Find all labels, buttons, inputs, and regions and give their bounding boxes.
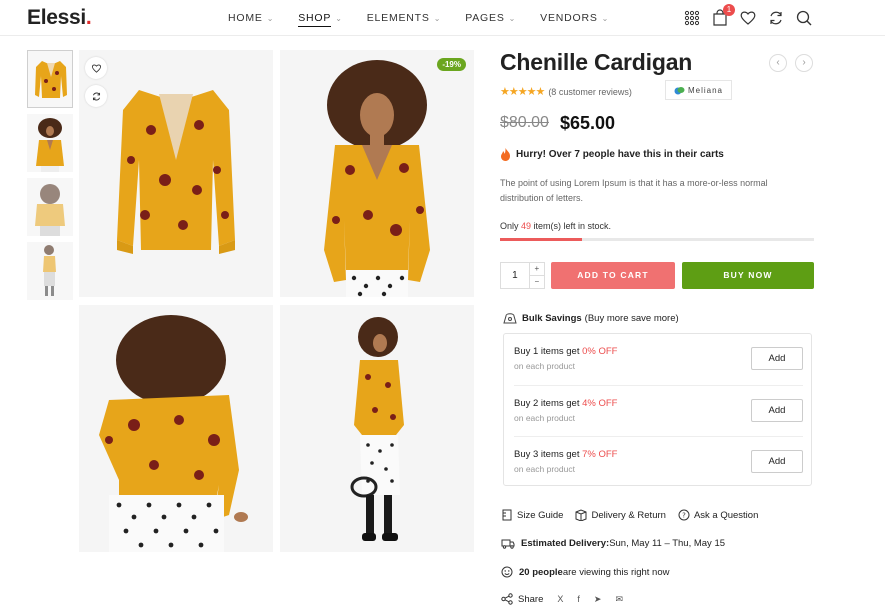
chevron-down-icon: ⌄ <box>508 14 517 23</box>
thumbnail-model-front[interactable] <box>27 114 73 172</box>
size-guide-link[interactable]: Size Guide <box>501 509 563 521</box>
bulk-add-button[interactable]: Add <box>751 450 803 473</box>
viewing-now: 20 people are viewing this right now <box>501 566 670 578</box>
old-price: $80.00 <box>500 114 549 131</box>
bulk-add-button[interactable]: Add <box>751 399 803 422</box>
telegram-icon[interactable]: ➤ <box>594 594 602 605</box>
nav-shop[interactable]: SHOP ⌄ <box>298 12 343 27</box>
search-icon[interactable] <box>795 9 813 27</box>
bulk-savings-box: Buy 1 items get 0% OFF on each product A… <box>503 333 812 486</box>
nav-home[interactable]: HOME ⌄ <box>228 12 274 24</box>
estimated-delivery: Estimated Delivery: Sun, May 11 – Thu, M… <box>501 538 725 549</box>
quantity-decrement-button[interactable]: − <box>529 275 544 288</box>
email-icon[interactable]: ✉ <box>615 594 623 605</box>
site-header: Elessi. HOME ⌄ SHOP ⌄ ELEMENTS ⌄ PAGES ⌄ VEN… <box>0 0 885 36</box>
svg-text:?: ? <box>682 512 686 520</box>
question-icon: ? <box>678 509 690 521</box>
cart-count-badge: 1 <box>723 4 735 16</box>
thumbnail-model-back[interactable] <box>27 178 73 236</box>
stock-progress-fill <box>500 238 582 241</box>
compare-icon[interactable] <box>85 85 107 107</box>
thumbnail-model-full[interactable] <box>27 242 73 300</box>
main-nav: HOME ⌄ SHOP ⌄ ELEMENTS ⌄ PAGES ⌄ VENDORS ⌄ <box>228 12 633 27</box>
buy-now-button[interactable]: BUY NOW <box>682 262 814 289</box>
chevron-down-icon: ⌄ <box>601 14 610 23</box>
facebook-icon[interactable]: f <box>577 594 580 604</box>
share-icon <box>501 593 513 605</box>
product-image-model-full[interactable] <box>280 305 474 552</box>
reviews-link[interactable]: (8 customer reviews) <box>548 87 632 97</box>
bulk-tier: Buy 1 items get 0% OFF on each product A… <box>514 334 803 385</box>
sale-price: $65.00 <box>560 113 616 133</box>
ask-question-link[interactable]: ? Ask a Question <box>678 509 758 521</box>
fire-icon <box>501 148 510 161</box>
product-image-model-front[interactable]: -19% <box>280 50 474 297</box>
smile-icon <box>501 566 513 578</box>
site-logo[interactable]: Elessi. <box>27 6 92 30</box>
quantity-input[interactable]: 1 <box>501 263 530 288</box>
bulk-savings-icon <box>503 313 517 324</box>
compare-icon[interactable] <box>767 9 785 27</box>
bulk-savings-heading: Bulk Savings (Buy more save more) <box>503 312 679 325</box>
share-row: Share X f ➤ ✉ <box>501 593 623 605</box>
product-title: Chenille Cardigan <box>500 49 693 75</box>
header-icons: 1 <box>673 4 813 27</box>
product-extra-links: Size Guide Delivery & Return ? Ask a Que… <box>501 509 770 521</box>
box-icon <box>575 509 587 521</box>
product-rating: ★★★★★ (8 customer reviews) <box>500 85 632 98</box>
stock-notice: Only 49 item(s) left in stock. <box>500 221 612 231</box>
sale-badge: -19% <box>437 58 466 71</box>
bulk-tier: Buy 2 items get 4% OFF on each product A… <box>514 385 803 436</box>
x-icon[interactable]: X <box>557 594 563 604</box>
nav-pages[interactable]: PAGES ⌄ <box>465 12 516 24</box>
wishlist-heart-icon[interactable] <box>739 9 757 27</box>
thumbnail-front[interactable] <box>27 50 73 108</box>
chevron-down-icon: ⌄ <box>433 14 442 23</box>
quantity-increment-button[interactable]: + <box>530 263 544 275</box>
product-description: The point of using Lorem Ipsum is that i… <box>500 178 768 203</box>
next-product-button[interactable]: › <box>795 54 813 72</box>
quantity-stepper[interactable]: 1 + − <box>500 262 545 289</box>
stock-progress-bar <box>500 238 814 241</box>
bulk-add-button[interactable]: Add <box>751 347 803 370</box>
nav-elements[interactable]: ELEMENTS ⌄ <box>367 12 442 24</box>
brand-leaf-icon <box>674 86 685 94</box>
chevron-down-icon: ⌄ <box>335 14 343 23</box>
wishlist-heart-icon[interactable] <box>85 57 107 79</box>
add-to-cart-button[interactable]: ADD TO CART <box>551 262 675 289</box>
product-image-front[interactable] <box>79 50 273 297</box>
cart-icon[interactable]: 1 <box>711 4 735 27</box>
ruler-icon <box>502 509 512 521</box>
rating-stars: ★★★★★ <box>500 86 545 98</box>
brand-logo[interactable]: Meliana <box>665 80 732 100</box>
delivery-return-link[interactable]: Delivery & Return <box>575 509 666 521</box>
hurry-notice: Hurry! Over 7 people have this in their … <box>500 148 724 161</box>
product-image-model-back[interactable] <box>79 305 273 552</box>
nav-vendors[interactable]: VENDORS ⌄ <box>540 12 609 24</box>
apps-grid-icon[interactable] <box>683 9 701 27</box>
truck-icon <box>501 539 515 549</box>
prev-product-button[interactable]: ‹ <box>769 54 787 72</box>
bulk-tier: Buy 3 items get 7% OFF on each product A… <box>514 436 803 487</box>
chevron-down-icon: ⌄ <box>266 14 275 23</box>
